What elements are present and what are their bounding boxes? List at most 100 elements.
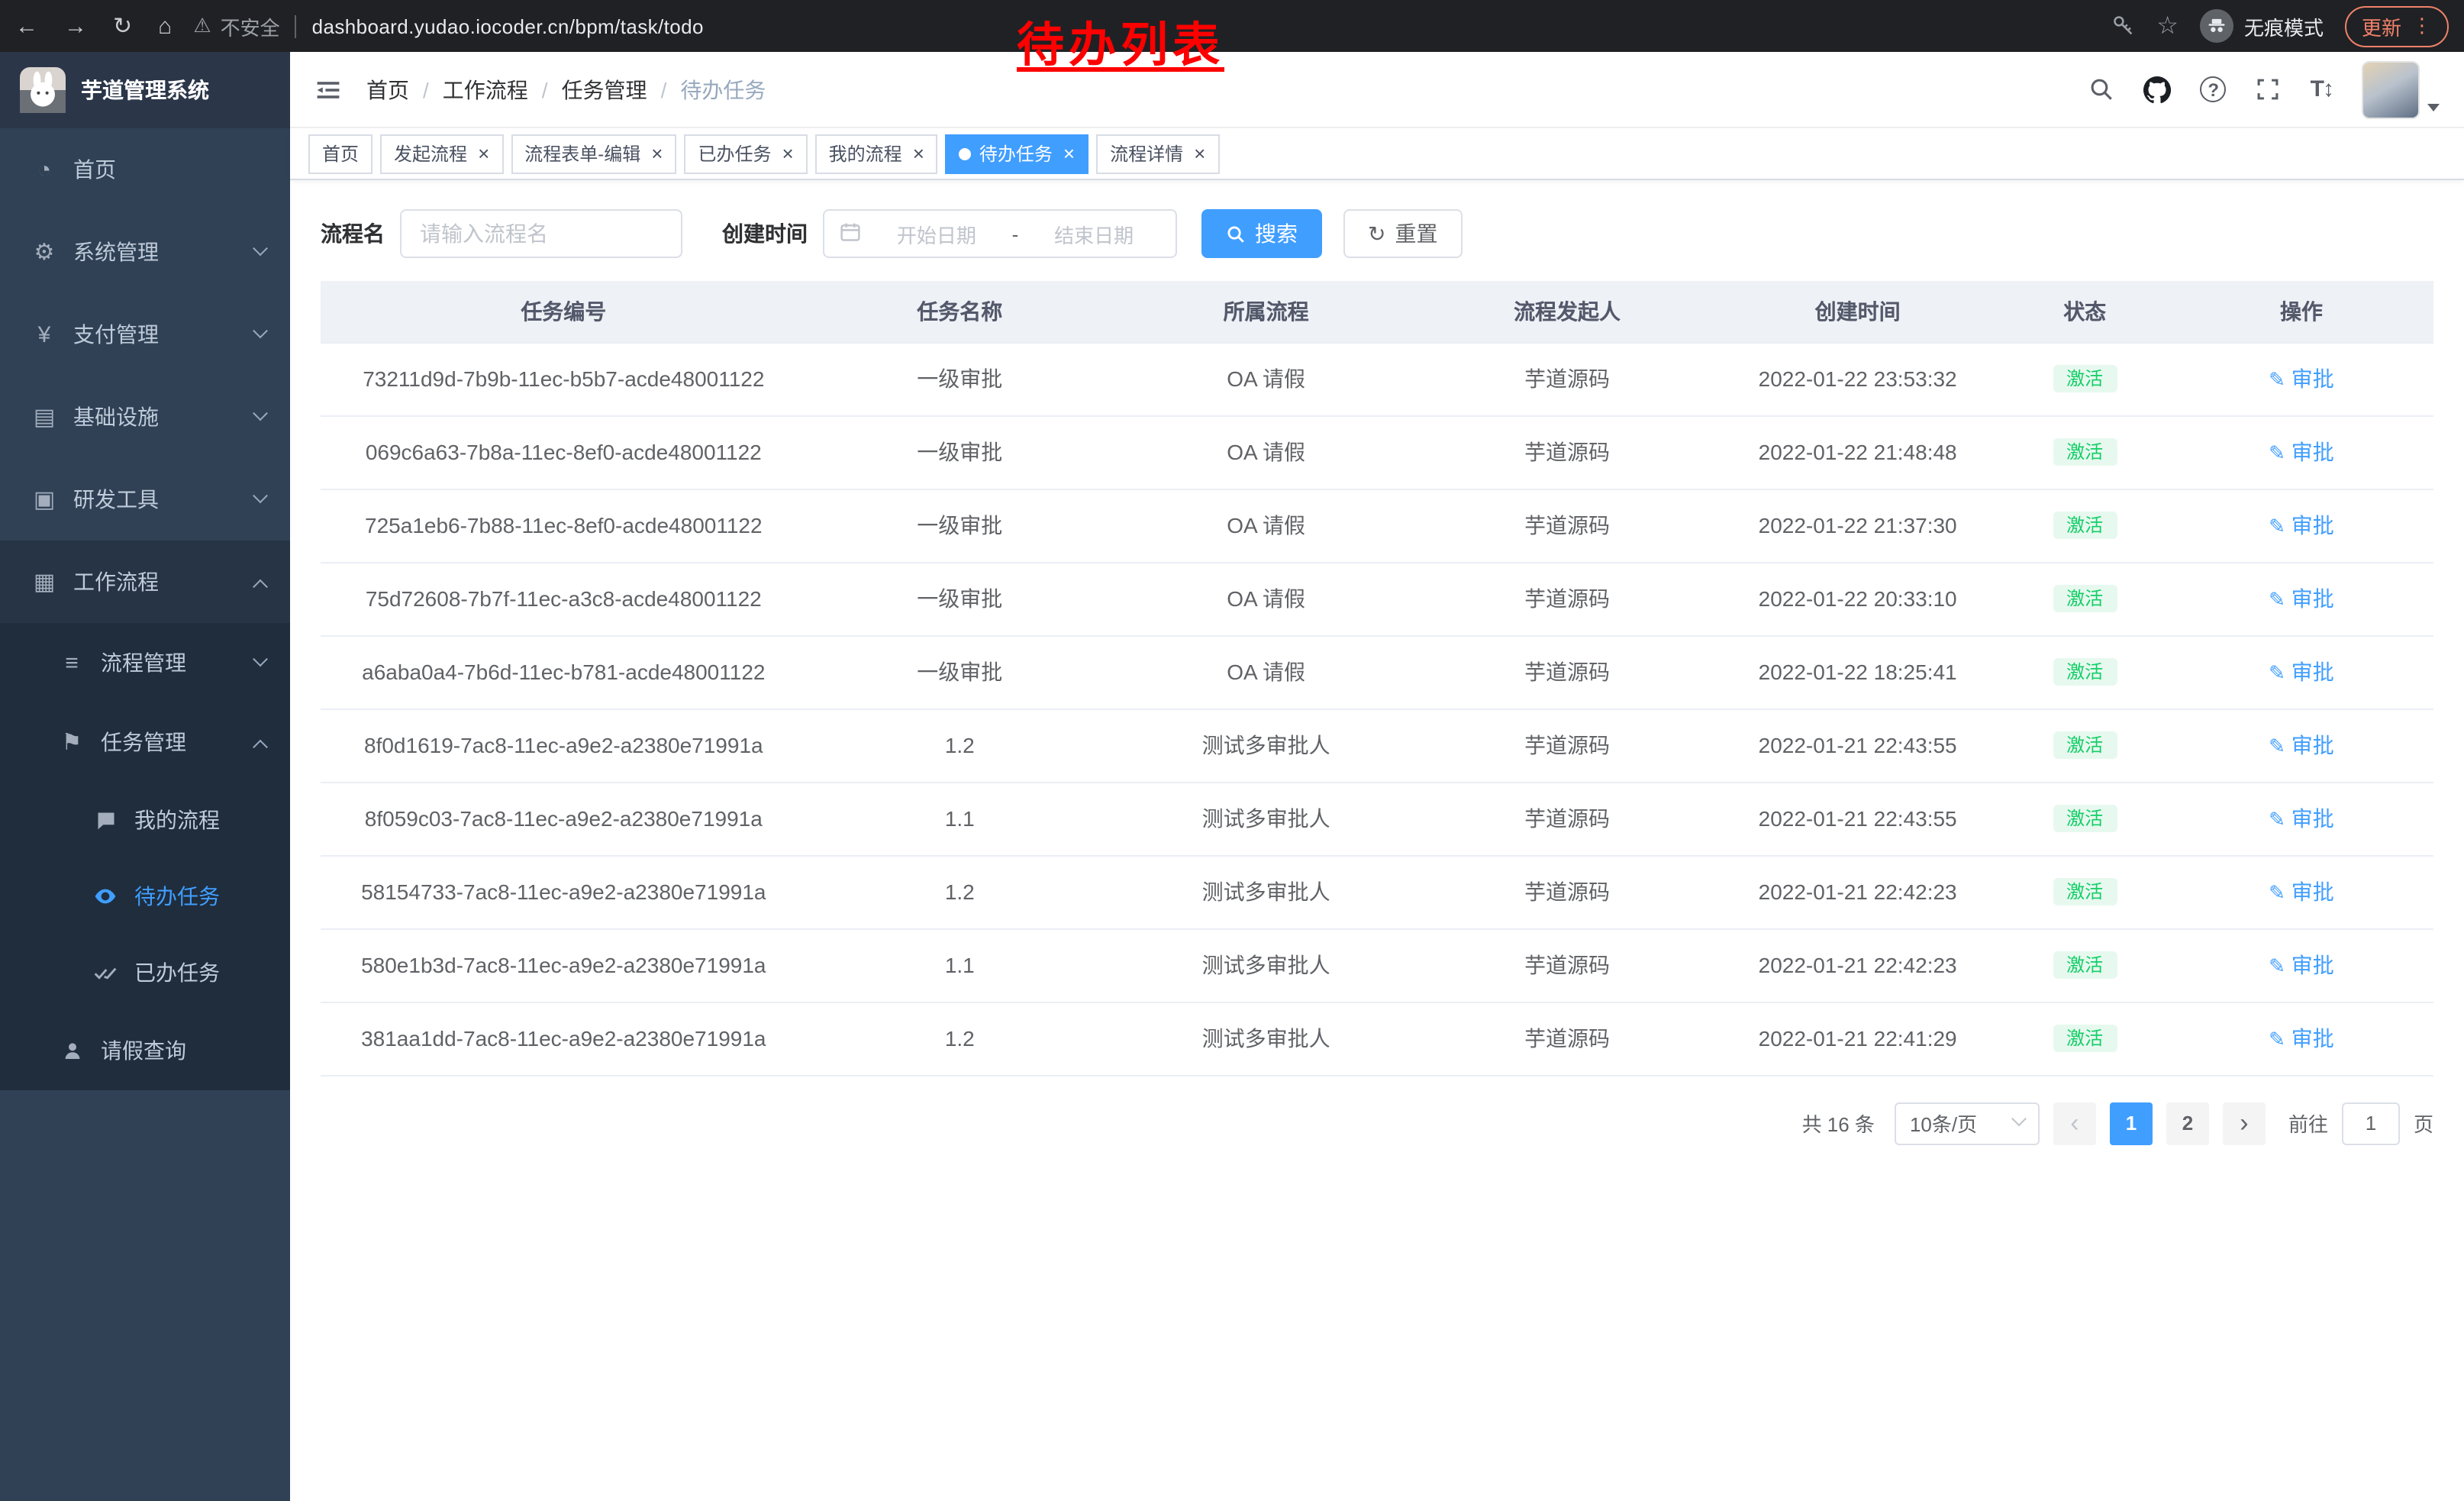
page-size-select[interactable]: 10条/页	[1895, 1102, 2040, 1144]
key-icon[interactable]	[2111, 14, 2135, 38]
double-check-icon	[92, 960, 119, 985]
sidebar-item-workflow[interactable]: ▦ 工作流程	[0, 541, 290, 623]
cell-initiator: 芋道源码	[1419, 782, 1715, 855]
search-button[interactable]: 搜索	[1201, 209, 1322, 258]
fullscreen-icon[interactable]	[2256, 76, 2282, 102]
cell-process: 测试多审批人	[1113, 709, 1419, 782]
search-icon[interactable]	[2089, 76, 2115, 102]
close-icon[interactable]: ×	[1063, 144, 1075, 163]
approve-link[interactable]: ✎ 审批	[2269, 366, 2334, 391]
table-row: 75d72608-7b7f-11ec-a3c8-acde48001122 一级审…	[321, 562, 2433, 635]
cell-task-id: 8f059c03-7ac8-11ec-a9e2-a2380e71991a	[321, 782, 807, 855]
sidebar-item-system[interactable]: ⚙ 系统管理	[0, 211, 290, 293]
approve-link[interactable]: ✎ 审批	[2269, 660, 2334, 684]
sidebar-menu: ◔ 首页 ⚙ 系统管理 ¥ 支付管理 ▤ 基础设施	[0, 128, 290, 1090]
sidebar-item-todo-task[interactable]: 待办任务	[0, 858, 290, 934]
prev-page-button[interactable]: ‹	[2053, 1102, 2096, 1144]
monitor-icon: ▤	[31, 403, 58, 431]
close-icon[interactable]: ×	[478, 144, 489, 163]
close-icon[interactable]: ×	[651, 144, 663, 163]
sidebar-item-leave-query[interactable]: 请假查询	[0, 1011, 290, 1090]
tab-done-task[interactable]: 已办任务×	[684, 134, 807, 173]
approve-link[interactable]: ✎ 审批	[2269, 1026, 2334, 1051]
sidebar-item-home[interactable]: ◔ 首页	[0, 128, 290, 211]
user-menu[interactable]	[2362, 60, 2440, 118]
page-button-2[interactable]: 2	[2166, 1102, 2209, 1144]
date-range-picker[interactable]: 开始日期 - 结束日期	[823, 209, 1177, 258]
cell-status: 激活	[2000, 342, 2169, 415]
bookmark-star-icon[interactable]: ☆	[2156, 11, 2179, 41]
avatar[interactable]	[2362, 60, 2420, 118]
back-icon[interactable]: ←	[15, 13, 38, 39]
cell-task-id: 580e1b3d-7ac8-11ec-a9e2-a2380e71991a	[321, 928, 807, 1002]
close-icon[interactable]: ×	[913, 144, 924, 163]
breadcrumb-task-mgmt[interactable]: 任务管理	[562, 74, 647, 105]
close-icon[interactable]: ×	[1194, 144, 1205, 163]
cell-process: 测试多审批人	[1113, 928, 1419, 1002]
forward-icon[interactable]: →	[64, 13, 87, 39]
header-initiator: 流程发起人	[1419, 281, 1715, 342]
process-name-label: 流程名	[321, 218, 385, 249]
cell-task-id: 725a1eb6-7b88-11ec-8ef0-acde48001122	[321, 489, 807, 562]
sidebar-item-my-process[interactable]: 我的流程	[0, 782, 290, 858]
security-chip[interactable]: ⚠ 不安全	[193, 11, 279, 40]
home-icon[interactable]: ⌂	[158, 13, 172, 39]
browser-toolbar: ← → ↻ ⌂ ⚠ 不安全 dashboard.yudao.iocoder.cn…	[0, 0, 2464, 52]
approve-link[interactable]: ✎ 审批	[2269, 586, 2334, 611]
cell-action: ✎ 审批	[2169, 342, 2433, 415]
help-icon[interactable]: ?	[2201, 76, 2227, 102]
cell-created-time: 2022-01-21 22:42:23	[1715, 855, 2001, 928]
breadcrumb-home[interactable]: 首页	[366, 74, 409, 105]
status-badge: 激活	[2053, 878, 2117, 905]
edit-icon: ✎	[2269, 588, 2285, 611]
sidebar-item-infra[interactable]: ▤ 基础设施	[0, 376, 290, 458]
refresh-icon: ↻	[1368, 221, 1385, 247]
approve-link[interactable]: ✎ 审批	[2269, 806, 2334, 831]
process-name-input[interactable]	[400, 209, 682, 258]
tab-my-process[interactable]: 我的流程×	[815, 134, 938, 173]
sidebar-item-process-mgmt[interactable]: ≡ 流程管理	[0, 623, 290, 702]
sidebar-item-devtools[interactable]: ▣ 研发工具	[0, 458, 290, 541]
status-badge: 激活	[2053, 951, 2117, 979]
dashboard-icon: ◔	[31, 157, 58, 182]
tab-home[interactable]: 首页	[308, 134, 373, 173]
tab-process-detail[interactable]: 流程详情×	[1096, 134, 1219, 173]
reload-icon[interactable]: ↻	[113, 12, 132, 40]
next-page-button[interactable]: ›	[2223, 1102, 2266, 1144]
font-size-icon[interactable]: T↕	[2311, 76, 2333, 102]
sidebar-toggle-icon[interactable]	[314, 76, 342, 103]
sidebar-item-payment[interactable]: ¥ 支付管理	[0, 293, 290, 376]
approve-link[interactable]: ✎ 审批	[2269, 733, 2334, 757]
approve-link[interactable]: ✎ 审批	[2269, 440, 2334, 464]
url-text[interactable]: dashboard.yudao.iocoder.cn/bpm/task/todo	[312, 15, 704, 37]
approve-link[interactable]: ✎ 审批	[2269, 880, 2334, 904]
edit-icon: ✎	[2269, 661, 2285, 684]
start-date-placeholder: 开始日期	[870, 219, 1003, 248]
cell-task-id: 75d72608-7b7f-11ec-a3c8-acde48001122	[321, 562, 807, 635]
edit-icon: ✎	[2269, 808, 2285, 831]
create-time-label: 创建时间	[722, 218, 808, 249]
cell-process: OA 请假	[1113, 342, 1419, 415]
toolbox-icon: ▣	[31, 486, 58, 513]
status-badge: 激活	[2053, 365, 2117, 392]
table-row: 381aa1dd-7ac8-11ec-a9e2-a2380e71991a 1.2…	[321, 1002, 2433, 1075]
browser-menu-icon[interactable]: ⋮	[2412, 14, 2432, 38]
total-count: 共 16 条	[1802, 1109, 1875, 1138]
github-icon[interactable]	[2144, 76, 2172, 103]
cell-initiator: 芋道源码	[1419, 928, 1715, 1002]
sidebar-item-task-mgmt[interactable]: ⚑ 任务管理	[0, 702, 290, 782]
breadcrumb-workflow[interactable]: 工作流程	[443, 74, 528, 105]
tab-start-process[interactable]: 发起流程×	[380, 134, 503, 173]
page-button-1[interactable]: 1	[2110, 1102, 2153, 1144]
approve-link[interactable]: ✎ 审批	[2269, 513, 2334, 537]
cell-initiator: 芋道源码	[1419, 489, 1715, 562]
reset-button[interactable]: ↻ 重置	[1343, 209, 1462, 258]
tab-todo-task[interactable]: 待办任务×	[946, 134, 1088, 173]
sidebar-item-done-task[interactable]: 已办任务	[0, 934, 290, 1011]
update-button[interactable]: 更新 ⋮	[2345, 5, 2449, 47]
close-icon[interactable]: ×	[782, 144, 793, 163]
goto-page-input[interactable]	[2342, 1102, 2400, 1144]
table-row: 8f059c03-7ac8-11ec-a9e2-a2380e71991a 1.1…	[321, 782, 2433, 855]
tab-form-edit[interactable]: 流程表单-编辑×	[511, 134, 676, 173]
approve-link[interactable]: ✎ 审批	[2269, 953, 2334, 977]
